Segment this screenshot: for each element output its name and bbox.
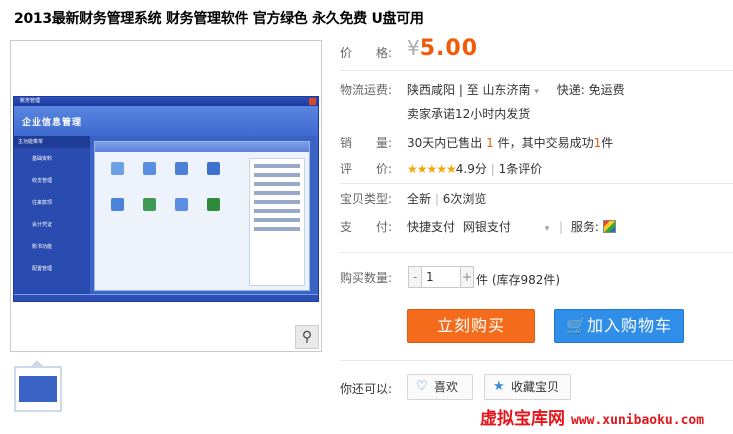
- screenshot-window-title: 账务管理: [14, 97, 318, 106]
- type-label: 宝贝类型:: [340, 192, 393, 206]
- price-label: 价 格:: [340, 46, 393, 60]
- divider: [340, 70, 733, 71]
- sales-count: 1: [486, 136, 494, 150]
- zoom-icon[interactable]: ⚲: [295, 325, 319, 349]
- quantity-label: 购买数量:: [340, 271, 393, 285]
- reviews-link[interactable]: 1条评价: [499, 162, 543, 176]
- watermark: 虚拟宝库网 www.xunibaoku.com: [480, 409, 705, 429]
- stock-info: 件 (库存982件): [476, 273, 561, 287]
- payment-dropdown-icon[interactable]: ▾: [545, 224, 550, 234]
- shipping-to-select[interactable]: 山东济南 ▾: [483, 83, 539, 97]
- shipping-from: 陕西咸阳: [407, 83, 456, 97]
- service-icon[interactable]: [602, 220, 616, 233]
- heart-icon: ♡: [416, 379, 428, 394]
- service-label: 服务:: [570, 220, 599, 234]
- shipping-label: 物流运费:: [340, 83, 393, 97]
- extra-actions-label: 你还可以:: [340, 382, 393, 396]
- cart-icon: 🛒: [566, 316, 587, 335]
- star-rating-icon: ★★★★★: [407, 162, 457, 176]
- thumbnail-image[interactable]: [14, 366, 62, 412]
- rating-score: 4.9分: [455, 162, 487, 176]
- divider: [340, 252, 733, 253]
- payment-method-bank: 网银支付: [462, 220, 511, 234]
- view-count: 6次浏览: [442, 192, 487, 206]
- product-image-viewer[interactable]: 账务管理 企业信息管理 主功能菜单 基础资料 收支管理 往来款项 会计凭证 账书…: [10, 40, 322, 352]
- payment-label: 支 付:: [340, 220, 393, 234]
- like-button[interactable]: ♡ 喜欢: [407, 374, 473, 400]
- close-icon: [309, 98, 316, 105]
- payment-method-quick: 快捷支付: [407, 220, 456, 234]
- sales-label: 销 量:: [340, 136, 393, 150]
- product-title: 2013最新财务管理系统 财务管理软件 官方绿色 永久免费 U盘可用: [14, 11, 424, 27]
- favorite-button[interactable]: ★ 收藏宝贝: [484, 374, 571, 400]
- divider: [340, 360, 733, 361]
- star-icon: ★: [493, 379, 505, 394]
- screenshot-header-title: 企业信息管理: [22, 118, 83, 128]
- buy-now-button[interactable]: 立刻购买: [407, 309, 535, 343]
- quantity-increase-button[interactable]: +: [460, 266, 474, 288]
- price-value: 5.00: [419, 36, 479, 61]
- add-to-cart-button[interactable]: 🛒加入购物车: [554, 309, 684, 343]
- quantity-decrease-button[interactable]: -: [408, 266, 422, 288]
- shipping-method: 快递: 免运费: [556, 83, 625, 97]
- product-screenshot: 账务管理 企业信息管理 主功能菜单 基础资料 收支管理 往来款项 会计凭证 账书…: [13, 96, 319, 302]
- divider: [340, 183, 733, 184]
- shipping-promise: 卖家承诺12小时内发货: [407, 107, 531, 121]
- currency-symbol: ¥: [407, 36, 420, 60]
- screenshot-main-panel: [94, 141, 310, 291]
- chevron-down-icon: ▾: [534, 87, 539, 97]
- screenshot-menu: 主功能菜单 基础资料 收支管理 往来款项 会计凭证 账书功能 配置管理: [14, 136, 90, 296]
- rating-label: 评 价:: [340, 162, 393, 176]
- quantity-input[interactable]: [421, 266, 461, 288]
- condition: 全新: [407, 192, 432, 206]
